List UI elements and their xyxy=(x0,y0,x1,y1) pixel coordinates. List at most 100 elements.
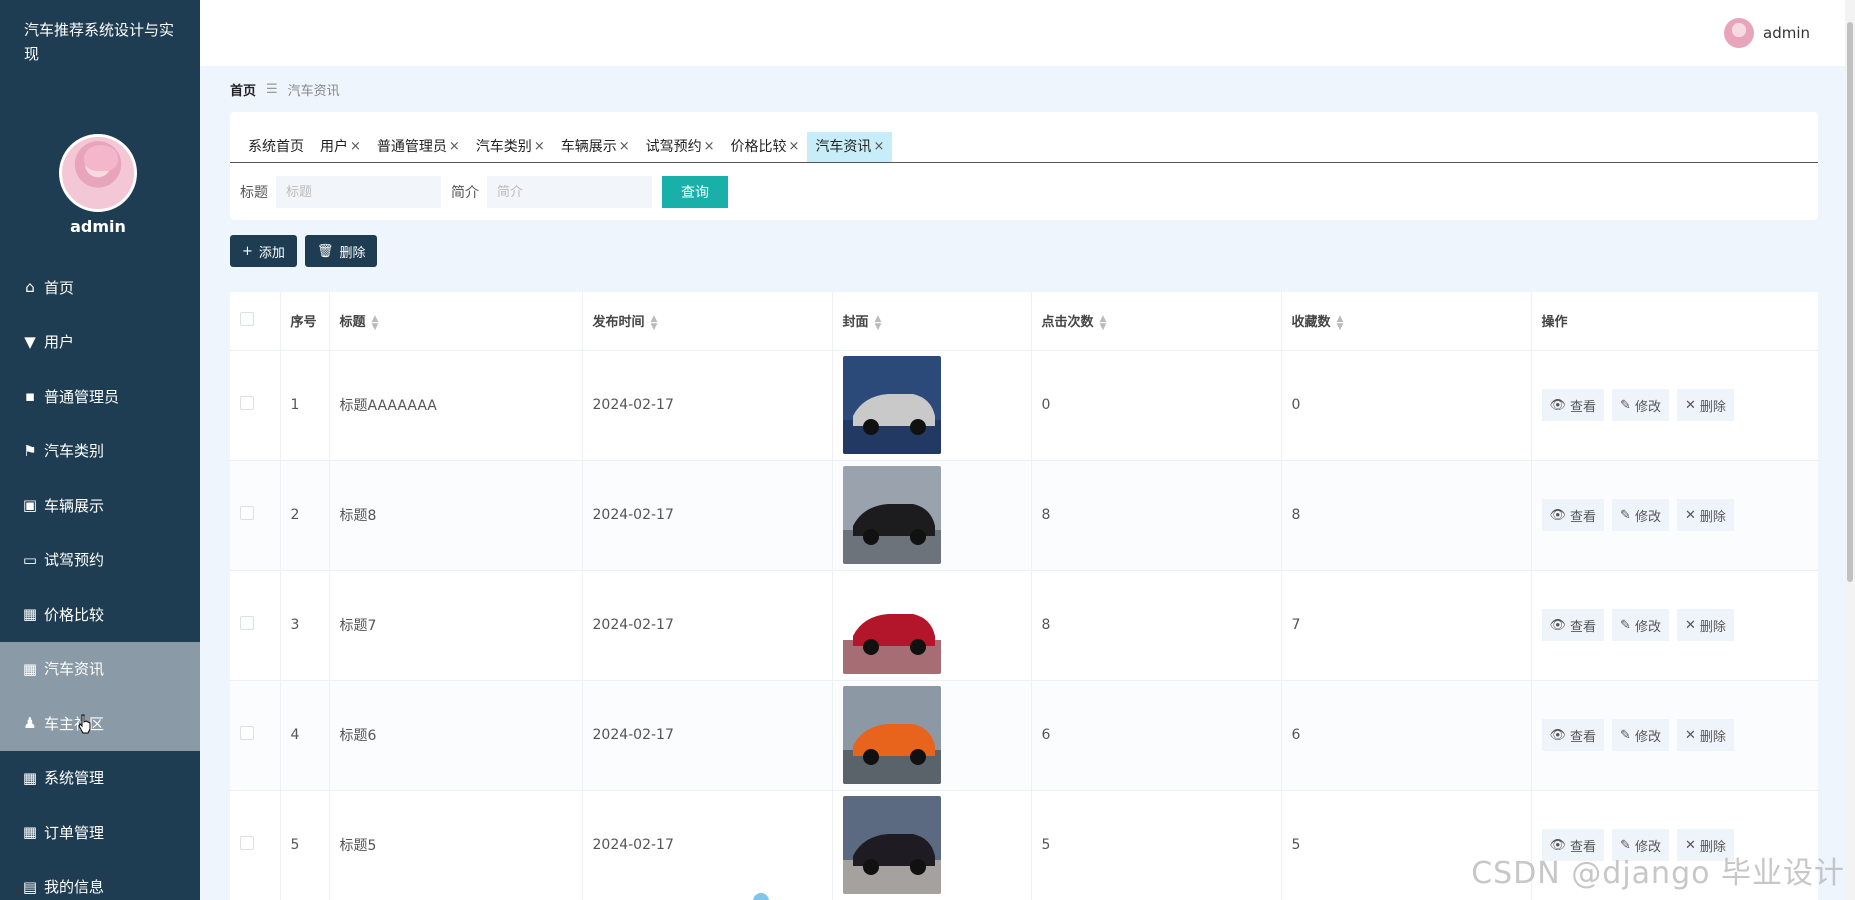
row-clicks: 5 xyxy=(1031,790,1282,900)
scroll-thumb[interactable] xyxy=(1847,22,1853,582)
sort-icon[interactable]: ▲ ▼ xyxy=(651,314,658,331)
table-row[interactable]: 3 标题7 2024-02-17 8 7 👁 查看 ✎ 修改 ✕ 删除 xyxy=(230,570,1818,681)
sort-icon[interactable]: ▲ ▼ xyxy=(1100,314,1107,331)
row-checkbox[interactable] xyxy=(240,616,254,630)
delete-button[interactable]: ✕ 删除 xyxy=(1676,609,1734,641)
edit-button[interactable]: ✎ 修改 xyxy=(1612,719,1669,751)
sidebar-item-2[interactable]: ▪ 普通管理员 xyxy=(0,369,200,424)
intro-search-input[interactable] xyxy=(487,176,652,208)
breadcrumb-home[interactable]: 首页 xyxy=(230,80,256,99)
sidebar-item-3[interactable]: ⚑ 汽车类别 xyxy=(0,424,200,479)
user-icon: ♟ xyxy=(23,714,37,733)
page-scrollbar[interactable] xyxy=(1845,0,1855,900)
edit-button[interactable]: ✎ 修改 xyxy=(1612,609,1669,641)
view-button[interactable]: 👁 查看 xyxy=(1541,389,1605,421)
view-button[interactable]: 👁 查看 xyxy=(1541,609,1605,641)
red-sedan-photo xyxy=(842,576,941,674)
header-title-label: 标题 xyxy=(339,315,366,330)
row-checkbox[interactable] xyxy=(240,836,254,850)
watermark: CSDN @django 毕业设计 xyxy=(1471,856,1845,891)
tab-0[interactable]: 系统首页 xyxy=(240,132,312,162)
top-bar: admin xyxy=(200,0,1855,66)
row-cover[interactable] xyxy=(832,460,1032,571)
edit-button[interactable]: ✎ 修改 xyxy=(1612,389,1669,421)
table-row[interactable]: 1 标题AAAAAAA 2024-02-17 0 0 👁 查看 ✎ 修改 ✕ 删除 xyxy=(230,350,1818,461)
delete-button[interactable]: ✕ 删除 xyxy=(1676,389,1734,421)
plus-icon: + xyxy=(242,243,253,259)
edit-button[interactable]: ✎ 修改 xyxy=(1612,499,1669,531)
tab-1[interactable]: 用户 × xyxy=(312,132,369,162)
view-button[interactable]: 👁 查看 xyxy=(1541,499,1605,531)
header-date-label: 发布时间 xyxy=(592,315,645,330)
sidebar-item-11[interactable]: ▤ 我的信息 xyxy=(0,860,200,900)
sidebar-item-7[interactable]: ▦ 汽车资讯 xyxy=(0,641,200,696)
tab-6[interactable]: 价格比较 × xyxy=(723,132,808,162)
row-checkbox[interactable] xyxy=(240,506,254,520)
tab-4[interactable]: 车辆展示 × xyxy=(553,132,638,162)
close-icon[interactable]: × xyxy=(873,132,884,162)
row-cover[interactable] xyxy=(832,790,1032,900)
edit-icon: ✎ xyxy=(1620,727,1631,743)
row-cover[interactable] xyxy=(832,570,1032,681)
close-icon[interactable]: × xyxy=(449,132,460,162)
pin-icon: ▼ xyxy=(24,332,36,351)
row-checkbox[interactable] xyxy=(240,396,254,410)
sidebar-item-9[interactable]: ▦ 系统管理 xyxy=(0,751,200,806)
tab-7[interactable]: 汽车资讯 × xyxy=(807,132,893,162)
header-cover[interactable]: 封面 ▲ ▼ xyxy=(832,292,1032,351)
sidebar-item-8[interactable]: ♟ 车主社区 xyxy=(0,696,200,751)
monitor-icon: ▭ xyxy=(22,550,38,569)
home-icon: ⌂ xyxy=(25,278,35,297)
sidebar-item-1[interactable]: ▼ 用户 xyxy=(0,315,200,370)
select-all-checkbox[interactable] xyxy=(240,311,254,326)
edit-label: 修改 xyxy=(1634,399,1661,415)
sort-icon[interactable]: ▲ ▼ xyxy=(875,314,882,331)
row-cover[interactable] xyxy=(832,350,1032,461)
row-checkbox[interactable] xyxy=(240,726,254,740)
sidebar-item-0[interactable]: ⌂ 首页 xyxy=(0,260,200,315)
sort-icon[interactable]: ▲ ▼ xyxy=(372,314,379,331)
close-icon[interactable]: × xyxy=(350,132,361,162)
close-icon[interactable]: × xyxy=(619,132,630,162)
sidebar-item-5[interactable]: ▭ 试驾预约 xyxy=(0,533,200,588)
title-search-label: 标题 xyxy=(240,185,268,201)
query-button[interactable]: 查询 xyxy=(662,176,728,208)
row-title: 标题8 xyxy=(329,460,583,571)
view-button[interactable]: 👁 查看 xyxy=(1541,719,1605,751)
sidebar-item-label: 普通管理员 xyxy=(44,387,120,406)
tab-3[interactable]: 汽车类别 × xyxy=(468,132,553,162)
top-username[interactable]: admin xyxy=(1763,24,1810,42)
title-search-input[interactable] xyxy=(276,176,441,208)
sidebar-item-10[interactable]: ▦ 订单管理 xyxy=(0,805,200,860)
sidebar-item-4[interactable]: ▣ 车辆展示 xyxy=(0,478,200,533)
row-cover[interactable] xyxy=(832,680,1032,791)
batch-delete-button[interactable]: 🗑 删除 xyxy=(304,235,378,267)
tab-2[interactable]: 普通管理员 × xyxy=(369,132,468,162)
breadcrumb-current: 汽车资讯 xyxy=(287,84,340,99)
tab-5[interactable]: 试驾预约 × xyxy=(638,132,723,162)
header-clicks[interactable]: 点击次数 ▲ ▼ xyxy=(1031,292,1282,351)
top-avatar[interactable] xyxy=(1724,18,1754,48)
close-icon[interactable]: × xyxy=(534,132,545,162)
row-favorites: 8 xyxy=(1281,460,1532,571)
close-icon[interactable]: × xyxy=(789,132,800,162)
sidebar-item-6[interactable]: ▦ 价格比较 xyxy=(0,587,200,642)
avatar[interactable] xyxy=(59,134,137,212)
table-row[interactable]: 4 标题6 2024-02-17 6 6 👁 查看 ✎ 修改 ✕ 删除 xyxy=(230,680,1818,791)
table-row[interactable]: 2 标题8 2024-02-17 8 8 👁 查看 ✎ 修改 ✕ 删除 xyxy=(230,460,1818,571)
row-date: 2024-02-17 xyxy=(582,350,833,461)
sort-icon[interactable]: ▲ ▼ xyxy=(1337,314,1344,331)
add-button[interactable]: + 添加 xyxy=(230,235,297,267)
delete-button[interactable]: ✕ 删除 xyxy=(1676,719,1734,751)
view-label: 查看 xyxy=(1570,399,1597,415)
close-icon[interactable]: × xyxy=(704,132,715,162)
breadcrumb-separator-icon: ☰ xyxy=(266,82,278,97)
header-favorites[interactable]: 收藏数 ▲ ▼ xyxy=(1281,292,1532,351)
header-title[interactable]: 标题 ▲ ▼ xyxy=(329,292,583,351)
header-date[interactable]: 发布时间 ▲ ▼ xyxy=(582,292,833,351)
row-select-cell xyxy=(230,460,281,571)
delete-button[interactable]: ✕ 删除 xyxy=(1676,499,1734,531)
tab-label: 车辆展示 xyxy=(560,139,617,155)
eye-icon: 👁 xyxy=(1549,397,1567,413)
sidebar-item-label: 订单管理 xyxy=(44,823,105,842)
